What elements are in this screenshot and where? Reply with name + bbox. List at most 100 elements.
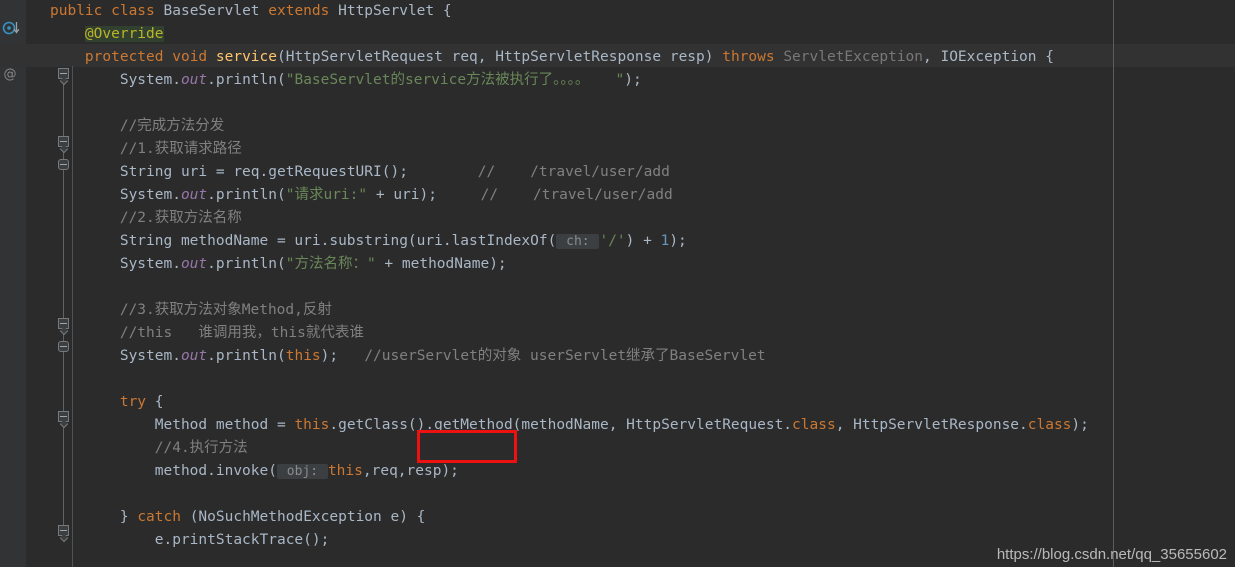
code-token: out: [180, 72, 208, 88]
code-token: System.: [50, 187, 181, 203]
code-token: , IOException {: [923, 49, 1054, 65]
code-token: this: [294, 417, 330, 433]
code-token: (NoSuchMethodException e) {: [189, 509, 426, 525]
code-token: );: [320, 348, 339, 364]
code-line[interactable]: public class BaseServlet extends HttpSer…: [50, 0, 1235, 23]
code-token: .getClass().getMethod(methodName, HttpSe…: [329, 417, 793, 433]
code-token: (HttpServletRequest req, HttpServletResp…: [277, 49, 723, 65]
code-line[interactable]: String methodName = uri.substring(uri.la…: [50, 230, 1235, 253]
code-token: .println(: [207, 72, 286, 88]
code-token: this: [285, 348, 321, 364]
override-method-icon[interactable]: [2, 20, 22, 36]
code-token: ch:: [556, 234, 600, 249]
watermark-url: https://blog.csdn.net/qq_35655602: [996, 546, 1227, 563]
code-line[interactable]: //this 谁调用我，this就代表谁: [50, 322, 1235, 345]
code-token: HttpServlet {: [338, 3, 452, 19]
code-editor-screenshot: @ public class BaseServlet extends HttpS…: [0, 0, 1235, 567]
code-token: this: [327, 463, 363, 479]
code-token: class: [1027, 417, 1072, 433]
code-token: //userServlet的对象 userServlet继承了BaseServl…: [338, 348, 766, 364]
code-token: service: [215, 49, 277, 65]
code-token: method.invoke(: [50, 463, 277, 479]
code-token: obj:: [276, 464, 328, 479]
code-token: System.: [50, 256, 181, 272]
code-line[interactable]: try {: [50, 391, 1235, 414]
code-token: ,req,resp);: [362, 463, 459, 479]
code-line[interactable]: //1.获取请求路径: [50, 138, 1235, 161]
code-token: extends: [268, 3, 339, 19]
code-token: "方法名称：": [285, 256, 376, 272]
code-token: );: [669, 233, 687, 249]
code-token: public: [50, 3, 112, 19]
code-line[interactable]: [50, 276, 1235, 299]
code-line[interactable]: @Override: [50, 23, 1235, 46]
code-line[interactable]: System.out.println("方法名称：" + methodName)…: [50, 253, 1235, 276]
code-line[interactable]: [50, 92, 1235, 115]
code-line[interactable]: [50, 483, 1235, 506]
code-token: System.: [50, 348, 181, 364]
code-token: class: [111, 3, 164, 19]
code-token: + methodName);: [375, 256, 507, 272]
code-token: ServletException: [783, 49, 924, 65]
code-token: }: [50, 509, 138, 525]
code-token: // /travel/user/add: [436, 187, 673, 203]
code-token: protected: [84, 49, 173, 65]
code-token: "BaseServlet的service方法被执行了。。。。 ": [285, 72, 625, 88]
code-token: uri = req.getRequestURI();: [180, 164, 408, 180]
code-token: try: [119, 394, 155, 410]
code-token: + uri);: [367, 187, 437, 203]
code-token: out: [180, 348, 208, 364]
code-line[interactable]: String uri = req.getRequestURI(); // /tr…: [50, 161, 1235, 184]
code-token: BaseServlet: [163, 3, 269, 19]
code-token: @Override: [84, 26, 164, 42]
code-folding-rail[interactable]: [26, 0, 69, 567]
code-token: Method method =: [50, 417, 295, 433]
code-token: e.printStackTrace();: [50, 532, 330, 548]
code-token: "请求uri:": [285, 187, 368, 203]
code-token: out: [180, 187, 208, 203]
editor-text-area[interactable]: public class BaseServlet extends HttpSer…: [0, 0, 1235, 567]
code-token: );: [624, 72, 642, 88]
code-token: String: [119, 164, 181, 180]
code-token: ) +: [625, 233, 661, 249]
code-line[interactable]: System.out.println("BaseServlet的service方…: [50, 69, 1235, 92]
code-token: //this 谁调用我，this就代表谁: [119, 325, 364, 341]
code-token: System.: [50, 72, 181, 88]
code-line[interactable]: System.out.println("请求uri:" + uri); // /…: [50, 184, 1235, 207]
code-token: class: [792, 417, 836, 433]
annotation-gutter-icon[interactable]: @: [0, 67, 20, 83]
code-token: catch: [137, 509, 190, 525]
editor-gutter[interactable]: [0, 0, 26, 567]
code-token: //4.执行方法: [154, 440, 248, 456]
code-line[interactable]: protected void service(HttpServletReques…: [50, 46, 1235, 69]
code-token: );: [1071, 417, 1089, 433]
code-line[interactable]: Method method = this.getClass().getMetho…: [50, 414, 1235, 437]
code-line[interactable]: //3.获取方法对象Method,反射: [50, 299, 1235, 322]
code-token: //3.获取方法对象Method,反射: [119, 302, 332, 318]
code-token: {: [154, 394, 164, 410]
source-code[interactable]: public class BaseServlet extends HttpSer…: [50, 0, 1235, 552]
code-line[interactable]: //4.执行方法: [50, 437, 1235, 460]
code-line[interactable]: } catch (NoSuchMethodException e) {: [50, 506, 1235, 529]
code-token: , HttpServletResponse.: [835, 417, 1028, 433]
code-token: //完成方法分发: [119, 118, 225, 134]
code-line[interactable]: [50, 368, 1235, 391]
code-line[interactable]: //2.获取方法名称: [50, 207, 1235, 230]
code-token: // /travel/user/add: [407, 164, 670, 180]
code-line[interactable]: System.out.println(this); //userServlet的…: [50, 345, 1235, 368]
code-token: throws: [722, 49, 784, 65]
code-token: .println(: [207, 348, 286, 364]
code-line[interactable]: method.invoke( obj: this,req,resp);: [50, 460, 1235, 483]
code-token: String methodName = uri.substring(uri.la…: [50, 233, 557, 249]
code-line[interactable]: //完成方法分发: [50, 115, 1235, 138]
code-token: .println(: [207, 256, 286, 272]
